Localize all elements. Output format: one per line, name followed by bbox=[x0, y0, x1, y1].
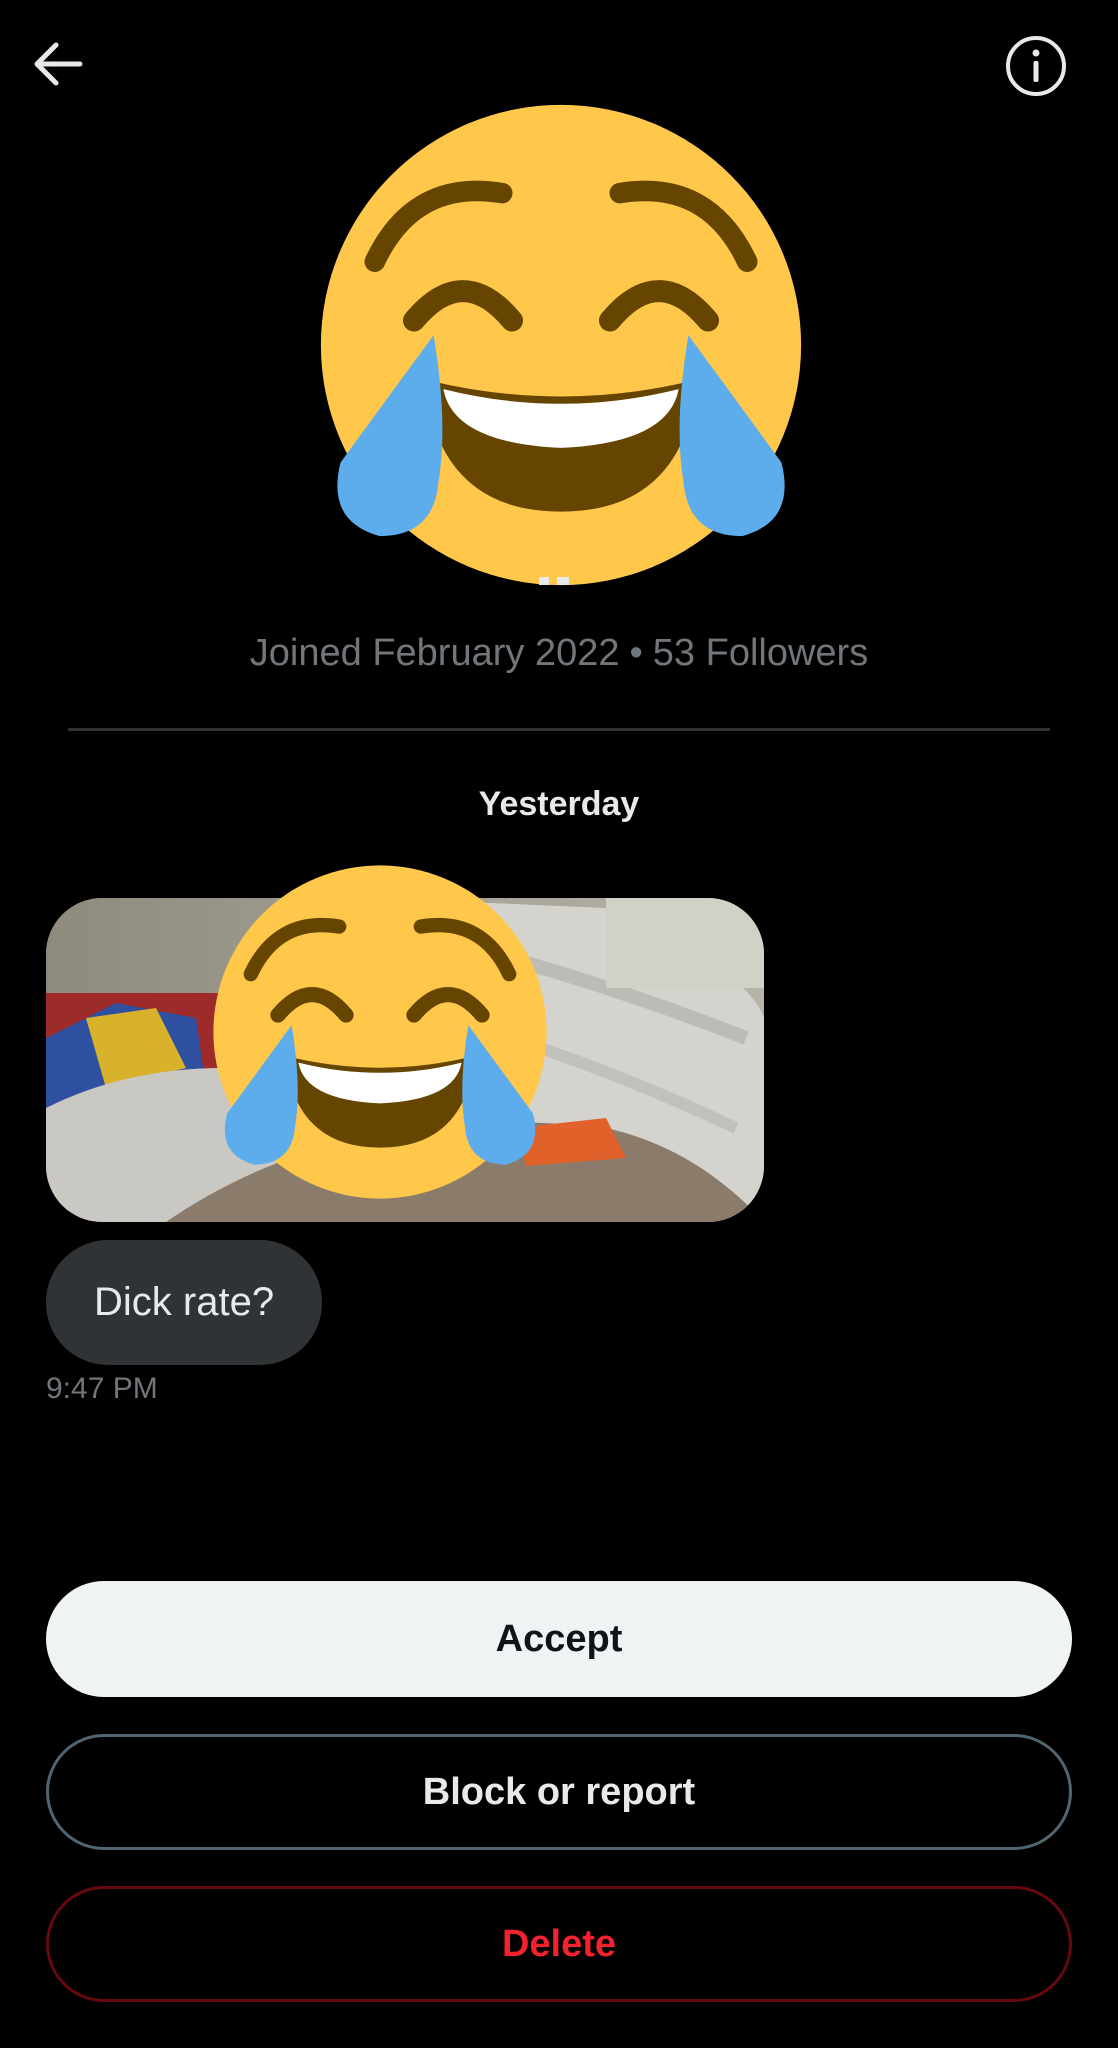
profile-avatar[interactable] bbox=[316, 100, 806, 590]
followers-count[interactable]: 53 Followers bbox=[653, 632, 868, 674]
profile-meta: Joined February 2022 • 53 Followers bbox=[0, 632, 1118, 675]
date-divider: Yesterday bbox=[478, 785, 640, 823]
delete-label: Delete bbox=[501, 1922, 617, 1965]
arrow-left-icon bbox=[34, 42, 83, 86]
meta-separator: • bbox=[629, 632, 643, 674]
block-or-report-button[interactable]: Block or report bbox=[46, 1734, 1072, 1850]
message-text: Dick rate? bbox=[94, 1280, 275, 1324]
face-with-tears-of-joy-icon bbox=[213, 865, 547, 1199]
message-bubble[interactable]: Dick rate? bbox=[46, 1240, 323, 1365]
divider bbox=[68, 728, 1050, 731]
conversation-info-button[interactable] bbox=[1000, 30, 1072, 102]
media-emoji-overlay bbox=[210, 862, 550, 1202]
info-circle-icon bbox=[1006, 36, 1066, 96]
block-or-report-label: Block or report bbox=[422, 1770, 696, 1813]
accept-label: Accept bbox=[495, 1617, 623, 1660]
display-name-fragment bbox=[537, 576, 573, 588]
back-button[interactable] bbox=[22, 28, 94, 100]
message-timestamp: 9:47 PM bbox=[46, 1372, 158, 1405]
delete-button[interactable]: Delete bbox=[46, 1886, 1072, 2002]
accept-button[interactable]: Accept bbox=[46, 1581, 1072, 1697]
face-with-tears-of-joy-icon bbox=[320, 104, 802, 586]
joined-date: Joined February 2022 bbox=[249, 632, 620, 674]
